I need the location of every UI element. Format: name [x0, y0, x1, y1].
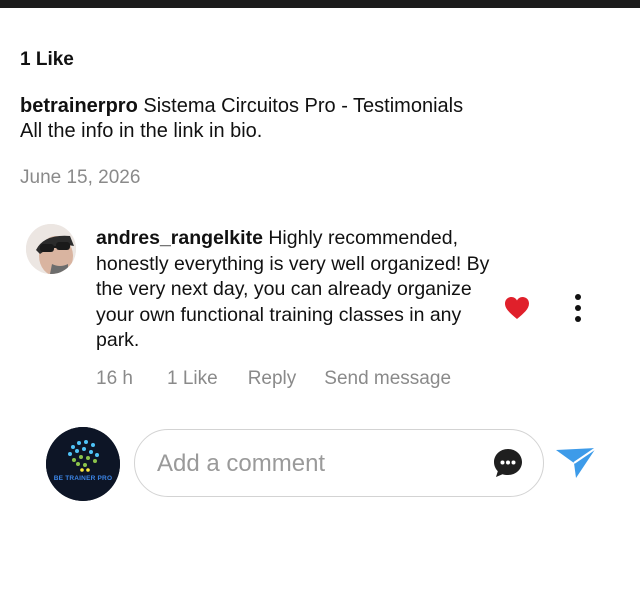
add-comment-input[interactable]	[157, 448, 457, 480]
comment-time: 16 h	[96, 368, 133, 389]
comment-likes[interactable]: 1 Like	[167, 368, 218, 390]
top-bar	[0, 0, 640, 8]
comment-meta: 16 h 1 Like Reply Send message	[96, 368, 451, 390]
post-caption: betrainerpro Sistema Circuitos Pro - Tes…	[20, 94, 620, 144]
heart-icon[interactable]	[504, 296, 530, 320]
comment-username[interactable]: andres_rangelkite	[96, 227, 263, 249]
caption-text: Sistema Circuitos Pro - Testimonials	[137, 95, 464, 117]
caption-username[interactable]: betrainerpro	[20, 95, 138, 117]
more-options-icon[interactable]	[566, 292, 590, 326]
send-message-button[interactable]: Send message	[324, 368, 451, 390]
comment-body: andres_rangelkite Highly recommended, ho…	[96, 226, 506, 354]
chat-bubble-icon[interactable]	[491, 446, 525, 480]
caption-text-line2: All the info in the link in bio.	[20, 120, 263, 142]
profile-avatar-logo-text: BE TRAINER PRO	[53, 475, 113, 482]
profile-avatar[interactable]: BE TRAINER PRO	[46, 427, 120, 501]
reply-button[interactable]: Reply	[248, 368, 297, 390]
post-likes-count[interactable]: 1 Like	[20, 49, 74, 71]
send-icon[interactable]	[554, 444, 598, 480]
post-date: June 15, 2026	[20, 167, 141, 188]
comment-composer[interactable]	[134, 429, 544, 497]
commenter-avatar[interactable]	[26, 224, 76, 274]
